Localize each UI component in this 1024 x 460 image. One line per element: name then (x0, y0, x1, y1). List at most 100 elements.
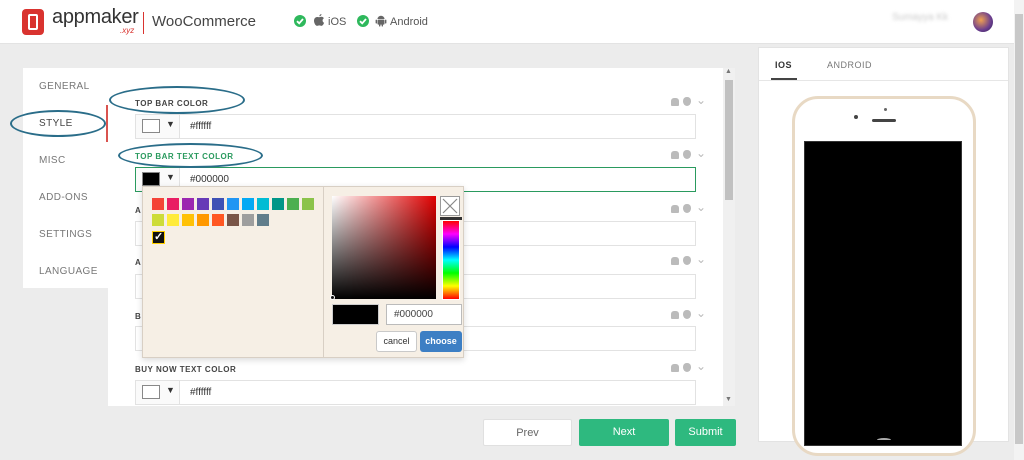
chevron-down-icon[interactable]: ⌄ (696, 359, 706, 373)
color-swatch (142, 119, 160, 133)
phone-sensor (884, 108, 887, 111)
palette-swatch[interactable] (227, 198, 239, 210)
palette-swatch[interactable] (182, 214, 194, 226)
submit-button[interactable]: Submit (675, 419, 736, 446)
scroll-down-arrow-icon[interactable]: ▼ (725, 396, 732, 403)
page-scrollbar-thumb[interactable] (1015, 14, 1023, 444)
chevron-down-icon[interactable]: ⌄ (696, 93, 706, 107)
buy-now-text-color-platform-icons: ⌄ (671, 359, 711, 373)
android-icon (671, 205, 679, 213)
field-5-platform-icons: ⌄ (671, 306, 711, 320)
palette-swatch[interactable] (197, 198, 209, 210)
tab-add-ons[interactable]: ADD-ONS (23, 179, 108, 216)
scroll-up-arrow-icon[interactable]: ▲ (725, 68, 732, 75)
tab-android[interactable]: ANDROID (827, 60, 872, 70)
user-avatar[interactable] (973, 12, 993, 32)
hue-slider-handle[interactable] (440, 217, 462, 220)
buy-now-text-color-field: ▼ #ffffff (135, 380, 696, 405)
top-bar-color-field: ▼ #ffffff (135, 114, 696, 139)
palette-swatch[interactable] (272, 198, 284, 210)
palette-swatch[interactable] (212, 214, 224, 226)
apple-icon (683, 204, 691, 213)
android-icon (671, 151, 679, 159)
tab-style[interactable]: STYLE (23, 105, 108, 142)
picker-hex-input[interactable]: #000000 (386, 304, 462, 325)
platform-android-label: Android (390, 16, 428, 28)
palette-swatch[interactable] (182, 198, 194, 210)
color-swatch (142, 172, 160, 186)
chevron-down-icon[interactable]: ⌄ (696, 146, 706, 160)
next-button[interactable]: Next (579, 419, 669, 446)
check-icon: ✓ (154, 231, 164, 243)
device-preview-panel: IOS ANDROID (758, 47, 1009, 456)
chevron-down-icon[interactable]: ⌄ (696, 306, 706, 320)
palette-swatch[interactable] (257, 198, 269, 210)
chevron-down-icon[interactable]: ⌄ (696, 200, 706, 214)
tab-general[interactable]: GENERAL (23, 68, 108, 105)
brand-suffix: .xyz (120, 26, 135, 35)
palette-swatch[interactable] (152, 214, 164, 226)
product-name: WooCommerce (152, 13, 256, 30)
palette-swatch[interactable] (212, 198, 224, 210)
apple-icon (314, 14, 325, 26)
color-palette: ✓ (143, 187, 324, 357)
brand-divider (143, 12, 144, 34)
tab-ios[interactable]: IOS (775, 60, 792, 70)
palette-swatch[interactable] (287, 198, 299, 210)
buy-now-text-color-label: BUY NOW TEXT COLOR (135, 365, 237, 374)
field-4-platform-icons: ⌄ (671, 252, 711, 266)
top-bar-color-label: TOP BAR COLOR (135, 99, 209, 108)
field-5-label: B (135, 312, 141, 321)
android-icon (671, 311, 679, 319)
apple-icon (683, 363, 691, 372)
field-4-label: A (135, 258, 141, 267)
color-cursor[interactable] (330, 295, 335, 300)
top-bar-text-color-value[interactable]: #000000 (190, 174, 229, 185)
saturation-value-area[interactable] (332, 196, 436, 299)
palette-swatch[interactable] (302, 198, 314, 210)
palette-swatch[interactable] (167, 214, 179, 226)
color-picker-popup: ✓ #000000 cancel choose (142, 186, 464, 358)
cancel-button[interactable]: cancel (376, 331, 417, 352)
choose-button[interactable]: choose (420, 331, 462, 352)
top-bar-color-swatch-button[interactable]: ▼ (136, 115, 180, 138)
form-scrollbar-thumb[interactable] (725, 80, 733, 200)
palette-swatch[interactable] (242, 198, 254, 210)
chevron-down-icon[interactable]: ⌄ (696, 252, 706, 266)
color-swatch (142, 385, 160, 399)
top-bar-text-color-platform-icons: ⌄ (671, 146, 711, 160)
buy-now-text-color-swatch-button[interactable]: ▼ (136, 381, 180, 404)
caret-down-icon: ▼ (166, 172, 175, 182)
caret-down-icon: ▼ (166, 385, 175, 395)
palette-swatch[interactable] (197, 214, 209, 226)
preview-tabs: IOS ANDROID (759, 48, 1008, 81)
phone-camera (854, 115, 858, 119)
palette-swatch[interactable] (242, 214, 254, 226)
palette-swatch[interactable] (152, 198, 164, 210)
user-name[interactable]: Sumayya Kk (892, 12, 948, 23)
palette-swatch[interactable] (167, 198, 179, 210)
field-3-platform-icons: ⌄ (671, 200, 711, 214)
settings-tab-nav: GENERAL STYLE MISC ADD-ONS SETTINGS LANG… (23, 68, 108, 288)
tab-misc[interactable]: MISC (23, 142, 108, 179)
prev-button[interactable]: Prev (483, 419, 572, 446)
apple-icon (683, 150, 691, 159)
tab-language[interactable]: LANGUAGE (23, 253, 108, 290)
phone-screen (804, 141, 962, 446)
color-preview (332, 304, 379, 325)
apple-icon (683, 310, 691, 319)
no-color-icon[interactable] (440, 196, 460, 216)
top-bar-color-value[interactable]: #ffffff (190, 121, 211, 132)
hue-slider[interactable] (442, 220, 460, 300)
palette-swatch[interactable] (257, 214, 269, 226)
selected-color-swatch[interactable]: ✓ (152, 231, 165, 244)
buy-now-text-color-value[interactable]: #ffffff (190, 387, 211, 398)
apple-icon (683, 256, 691, 265)
palette-swatch[interactable] (227, 214, 239, 226)
top-header: appmaker .xyz WooCommerce iOS Android Su… (0, 0, 1024, 44)
phone-home-button (877, 438, 891, 442)
tab-settings[interactable]: SETTINGS (23, 216, 108, 253)
phone-speaker (872, 119, 896, 122)
android-icon (671, 98, 679, 106)
android-icon (671, 257, 679, 265)
